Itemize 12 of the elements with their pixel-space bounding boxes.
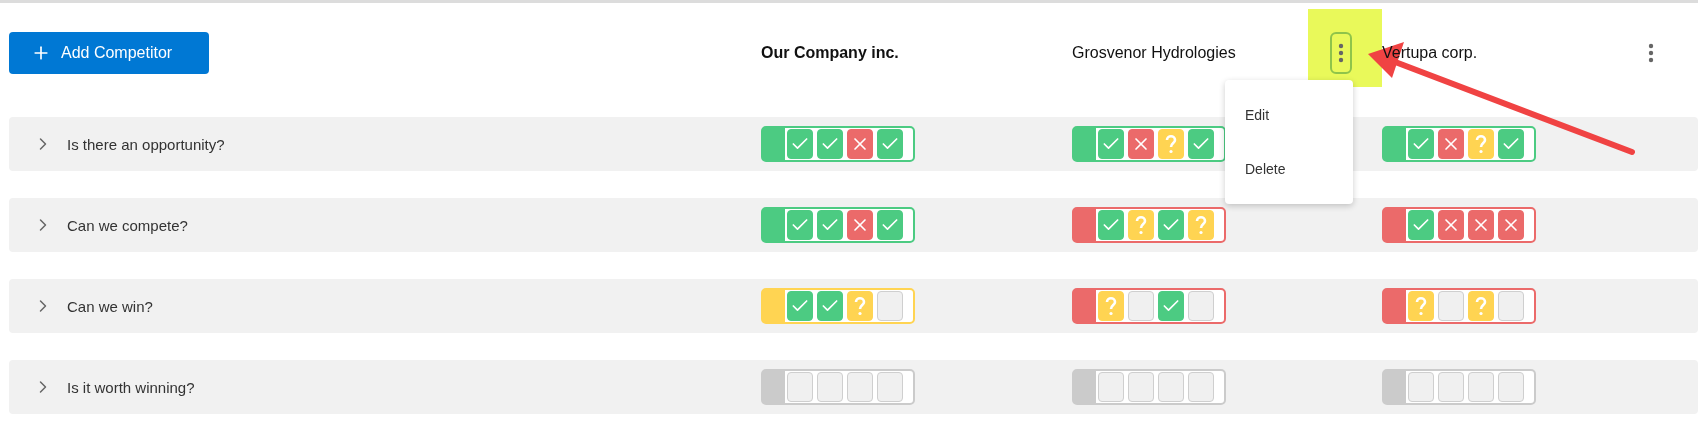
question-label: Is there an opportunity? [67,135,225,153]
question-row[interactable]: Is it worth winning? [9,360,1698,414]
competitor-name: Grosvenor Hydrologies [1072,44,1236,62]
question-row[interactable]: Can we compete? [9,198,1698,252]
vertical-dots-icon [1338,43,1344,63]
question-row[interactable]: Can we win? [9,279,1698,333]
question-label: Can we win? [67,297,153,315]
competitor-name: Our Company inc. [761,44,899,62]
vertical-dots-icon [1648,43,1654,63]
question-label: Can we compete? [67,216,188,234]
add-competitor-button[interactable]: Add Competitor [9,32,209,74]
question-label: Is it worth winning? [67,378,195,396]
